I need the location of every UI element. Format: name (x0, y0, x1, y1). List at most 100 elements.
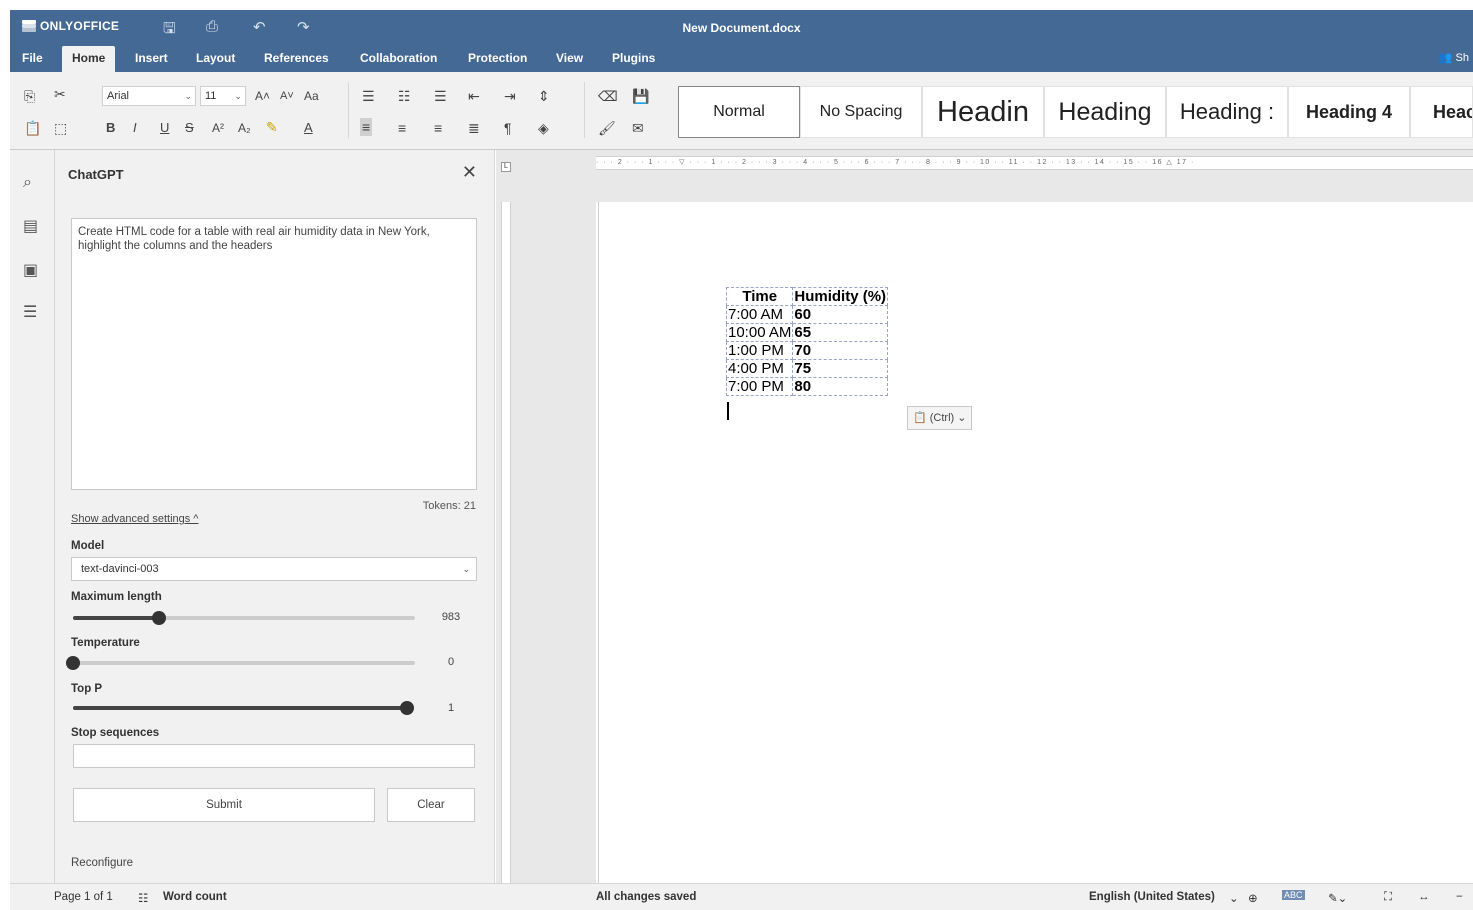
fit-width-icon[interactable]: ↔ (1418, 891, 1430, 903)
fit-page-icon[interactable]: ⛶ (1384, 891, 1392, 904)
clear-button[interactable]: Clear (387, 788, 475, 822)
justify-icon[interactable]: ≣ (468, 120, 480, 136)
style-heading-1[interactable]: Headin (922, 86, 1044, 138)
numbering-icon[interactable]: ☷ (398, 88, 411, 104)
page-indicator[interactable]: Page 1 of 1 (54, 891, 113, 903)
track-changes-icon[interactable]: ✎⌄ (1328, 891, 1347, 905)
top-p-slider[interactable] (73, 701, 414, 715)
slider-handle[interactable] (400, 701, 414, 715)
strikethrough-icon[interactable]: S (185, 120, 194, 136)
status-bar: Page 1 of 1 ☷ Word count All changes sav… (10, 883, 1473, 910)
tab-insert[interactable]: Insert (125, 46, 178, 72)
highlight-icon[interactable]: ✎ (266, 119, 278, 135)
clear-style-icon[interactable]: ⌫ (598, 88, 618, 104)
paste-options-button[interactable]: 📋 (Ctrl) ⌄ (907, 406, 973, 430)
word-count-icon[interactable]: ☷ (138, 891, 148, 905)
font-name-select[interactable]: Arial ⌄ (102, 86, 196, 106)
select-all-icon[interactable]: ⬚ (54, 120, 67, 136)
table-cell[interactable]: 80 (792, 377, 889, 396)
subscript-icon[interactable]: A₂ (238, 120, 251, 136)
table-cell[interactable]: 1:00 PM (725, 341, 794, 360)
align-center-icon[interactable]: ≡ (398, 120, 406, 136)
tab-protection[interactable]: Protection (458, 46, 537, 72)
table-cell[interactable]: 60 (792, 305, 889, 324)
change-case-icon[interactable]: Aa (304, 88, 319, 104)
paste-icon[interactable]: 📋 (24, 120, 41, 136)
table-cell[interactable]: 65 (792, 323, 889, 342)
table-cell[interactable]: 4:00 PM (725, 359, 794, 378)
tab-collaboration[interactable]: Collaboration (350, 46, 447, 72)
tab-file[interactable]: File (12, 46, 53, 72)
bold-icon[interactable]: B (106, 120, 115, 136)
table-header[interactable]: Time (725, 287, 794, 306)
table-cell[interactable]: 7:00 PM (725, 377, 794, 396)
chat-icon[interactable]: ▣ (23, 260, 38, 280)
advanced-settings-toggle[interactable]: Show advanced settings ^ (71, 513, 198, 525)
copy-icon[interactable]: ⎘ (24, 88, 35, 104)
paragraph-marks-icon[interactable]: ¶ (504, 120, 512, 136)
decrease-font-icon[interactable]: A˅ (280, 88, 294, 104)
temperature-slider[interactable] (66, 656, 415, 670)
save-style-icon[interactable]: 💾 (632, 88, 649, 104)
share-button[interactable]: 👥 Sh (1439, 51, 1469, 64)
tab-view[interactable]: View (546, 46, 593, 72)
shading-icon[interactable]: ◈ (538, 120, 549, 136)
navigation-icon[interactable]: ☰ (23, 302, 37, 322)
font-color-icon[interactable]: A (304, 120, 313, 136)
horizontal-ruler-strip[interactable]: · · · 2 · · · 1 · · · ▽ · · · 1 · · · 2 … (596, 156, 1473, 170)
bullets-icon[interactable]: ☰ (362, 88, 375, 104)
style-normal[interactable]: Normal (678, 86, 800, 138)
align-right-icon[interactable]: ≡ (434, 120, 442, 136)
underline-icon[interactable]: U (160, 120, 169, 136)
table-cell[interactable]: 10:00 AM (725, 323, 794, 342)
table-cell[interactable]: 7:00 AM (725, 305, 794, 324)
search-icon[interactable]: ⌕ (23, 174, 32, 192)
tab-home[interactable]: Home (62, 46, 116, 72)
italic-icon[interactable]: I (133, 120, 137, 136)
font-size-select[interactable]: 11 ⌄ (200, 86, 246, 106)
zoom-out-icon[interactable]: − (1456, 891, 1463, 903)
copy-style-icon[interactable]: 🖌 (598, 120, 616, 136)
multilevel-icon[interactable]: ☰ (434, 88, 447, 104)
close-icon[interactable]: ✕ (462, 162, 477, 183)
table-cell[interactable]: 75 (792, 359, 889, 378)
style-no-spacing[interactable]: No Spacing (800, 86, 922, 138)
max-length-slider[interactable] (73, 611, 415, 625)
prompt-textarea[interactable]: Create HTML code for a table with real a… (71, 218, 477, 490)
model-value: text-davinci-003 (81, 563, 159, 575)
style-heading-3[interactable]: Heading : (1166, 86, 1288, 138)
humidity-table[interactable]: Time Humidity (%) 7:00 AM 60 10:00 AM 65… (725, 287, 889, 396)
mail-merge-icon[interactable]: ✉ (632, 120, 644, 136)
submit-button[interactable]: Submit (73, 788, 375, 822)
tab-plugins[interactable]: Plugins (602, 46, 665, 72)
tab-stop-selector[interactable]: L (501, 162, 511, 172)
reconfigure-link[interactable]: Reconfigure (71, 857, 133, 869)
tab-references[interactable]: References (254, 46, 339, 72)
globe-icon[interactable]: ⊕ (1248, 891, 1258, 905)
table-header-row: Time Humidity (%) (725, 287, 889, 306)
vertical-ruler-strip[interactable] (501, 202, 511, 883)
table-header[interactable]: Humidity (%) (792, 287, 889, 306)
superscript-icon[interactable]: A² (212, 120, 224, 136)
comments-icon[interactable]: ▤ (23, 216, 38, 236)
slider-handle[interactable] (66, 656, 80, 670)
language-select[interactable]: English (United States) (1089, 891, 1215, 903)
decrease-indent-icon[interactable]: ⇤ (468, 88, 480, 104)
spellcheck-icon[interactable]: ABC (1282, 890, 1305, 900)
stop-sequences-input[interactable] (73, 744, 475, 768)
style-heading-5[interactable]: Heac (1410, 86, 1473, 138)
align-left-icon[interactable]: ≡ (360, 118, 373, 136)
cut-icon[interactable]: ✂ (54, 86, 66, 102)
word-count-button[interactable]: Word count (163, 891, 227, 903)
save-status: All changes saved (596, 891, 697, 903)
style-heading-4[interactable]: Heading 4 (1288, 86, 1410, 138)
model-select[interactable]: text-davinci-003 ⌄ (71, 557, 477, 581)
tab-layout[interactable]: Layout (186, 46, 245, 72)
document-page[interactable]: Time Humidity (%) 7:00 AM 60 10:00 AM 65… (598, 202, 1473, 883)
increase-font-icon[interactable]: A˄ (255, 88, 270, 104)
slider-handle[interactable] (151, 611, 166, 625)
line-spacing-icon[interactable]: ⇕ (538, 88, 550, 104)
style-heading-2[interactable]: Heading (1044, 86, 1166, 138)
increase-indent-icon[interactable]: ⇥ (504, 88, 516, 104)
table-cell[interactable]: 70 (792, 341, 889, 360)
